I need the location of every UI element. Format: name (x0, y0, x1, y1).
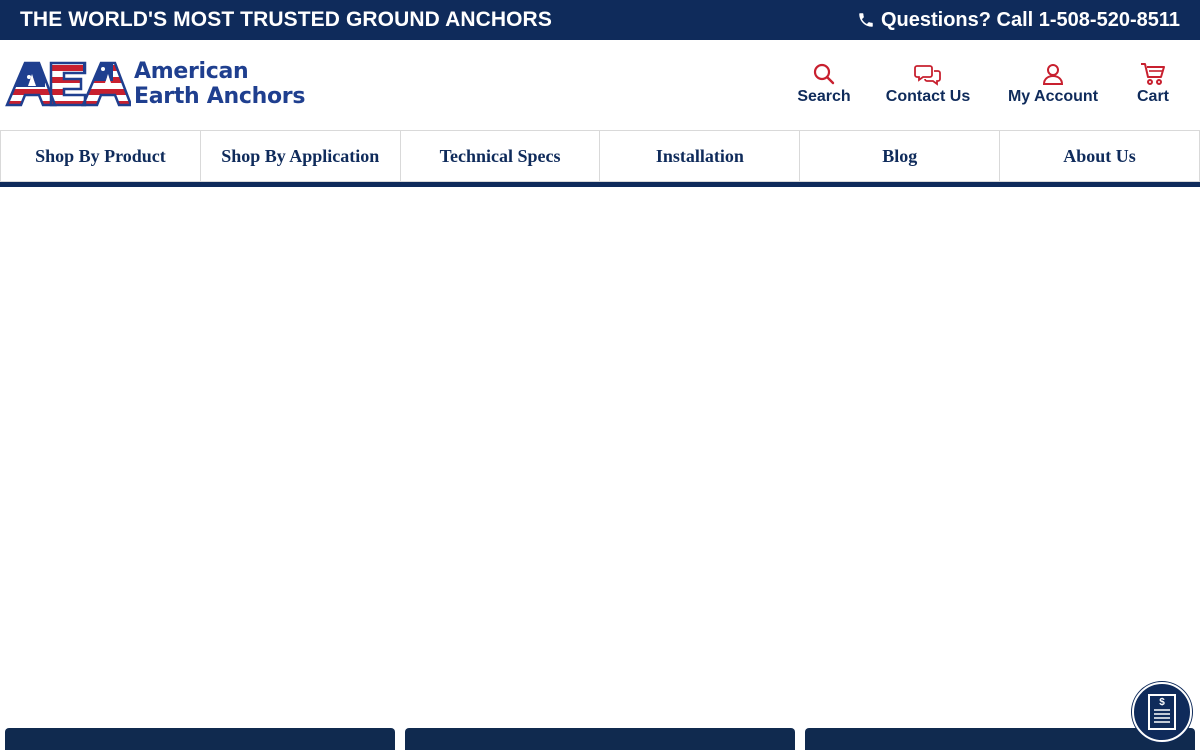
tagline: THE WORLD'S MOST TRUSTED GROUND ANCHORS (20, 8, 552, 31)
nav-about-us[interactable]: About Us (999, 131, 1200, 182)
price-quote-button[interactable]: $ (1132, 682, 1192, 742)
logo-wordmark: American Earth Anchors (134, 59, 305, 109)
nav-technical-specs[interactable]: Technical Specs (399, 131, 600, 182)
user-icon (1042, 64, 1064, 85)
my-account-label: My Account (1007, 88, 1099, 105)
site-logo[interactable]: American Earth Anchors (5, 58, 315, 110)
logo-line-2: Earth Anchors (134, 84, 306, 109)
nav-divider (0, 182, 1200, 187)
contact-us-label: Contact Us (885, 88, 971, 105)
search-label: Search (797, 88, 851, 105)
feature-card[interactable] (5, 728, 395, 750)
nav-blog[interactable]: Blog (799, 131, 1000, 182)
top-announcement-bar: THE WORLD'S MOST TRUSTED GROUND ANCHORS … (0, 0, 1200, 40)
site-header: American Earth Anchors Search Contact Us… (0, 40, 1200, 130)
phone-icon (859, 13, 873, 27)
my-account-button[interactable]: My Account (1006, 62, 1100, 106)
search-button[interactable]: Search (790, 62, 858, 106)
feature-card[interactable] (405, 728, 795, 750)
nav-shop-by-application[interactable]: Shop By Application (199, 131, 400, 182)
phone-link[interactable]: Questions? Call 1-508-520-8511 (857, 9, 1180, 32)
logo-line-1: American (134, 59, 249, 84)
cart-button[interactable]: Cart (1136, 62, 1170, 106)
main-navigation: Shop By Product Shop By Application Tech… (0, 130, 1200, 182)
dollar-sign: $ (1159, 697, 1165, 708)
price-quote-icon: $ (1148, 694, 1176, 730)
nav-installation[interactable]: Installation (599, 131, 800, 182)
feature-card[interactable] (805, 728, 1195, 750)
phone-text: Questions? Call 1-508-520-8511 (880, 8, 1180, 31)
nav-shop-by-product[interactable]: Shop By Product (0, 131, 200, 182)
cart-label: Cart (1136, 88, 1169, 105)
search-icon (813, 63, 835, 85)
cart-icon (1141, 63, 1165, 85)
contact-us-button[interactable]: Contact Us (883, 62, 973, 106)
aea-flag-logo-mark (5, 61, 131, 107)
chat-icon (914, 65, 941, 86)
